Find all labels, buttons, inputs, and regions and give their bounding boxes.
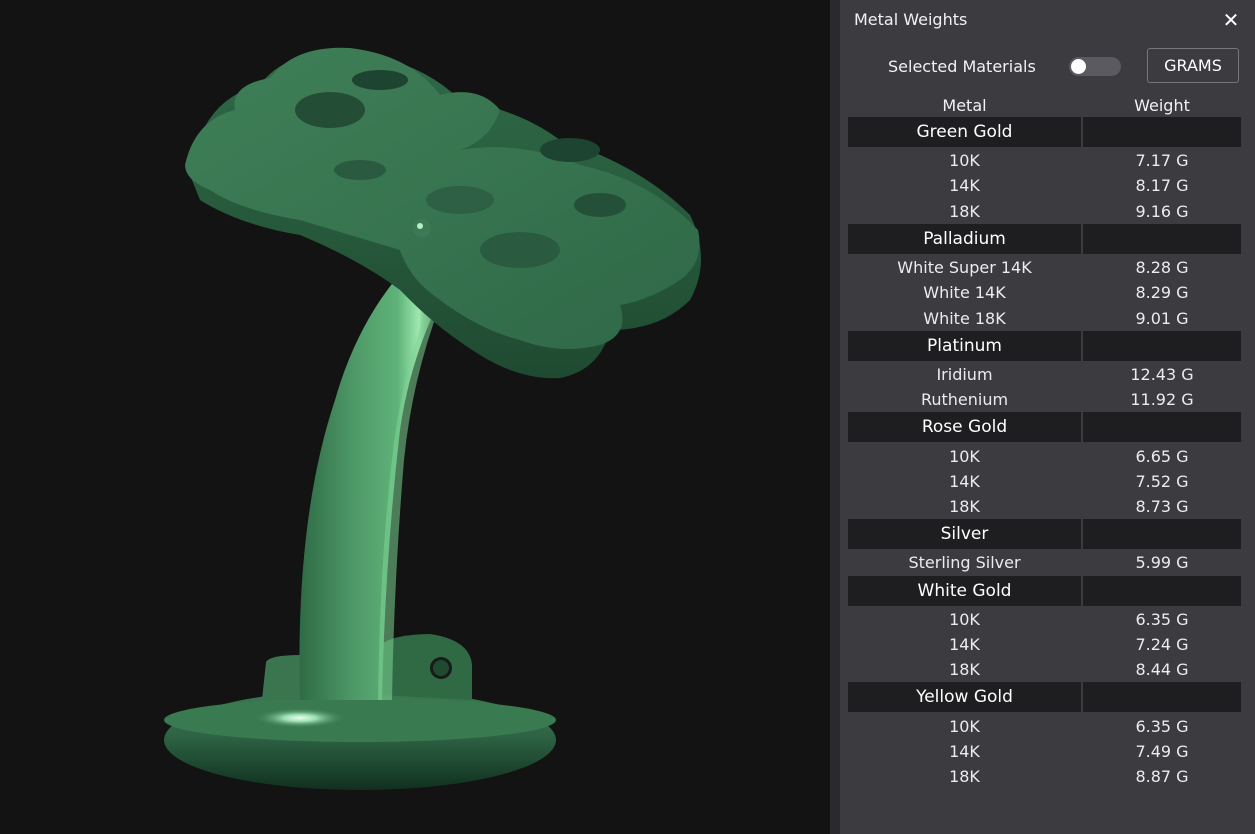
alloy-weight: 7.49 G [1135,741,1189,761]
alloy-row: 14K 8.17 G [848,173,1241,198]
column-header-weight: Weight [1134,96,1190,115]
toggle-knob [1071,59,1086,74]
alloy-name: 18K [949,767,980,787]
alloy-name: 18K [949,201,980,221]
metal-group-name: Silver [848,519,1081,550]
metal-group-row: White Gold [848,575,1241,606]
alloy-row: Iridium 12.43 G [848,362,1241,387]
alloy-row: 18K 8.87 G [848,764,1241,789]
alloy-row: 14K 7.52 G [848,469,1241,494]
alloy-name: Iridium [936,364,993,384]
panel-splitter[interactable] [830,0,840,834]
alloy-name: 14K [949,741,980,761]
alloy-row: 18K 9.16 G [848,199,1241,224]
alloy-name: 10K [949,609,980,629]
alloy-name: 14K [949,471,980,491]
alloy-row: 14K 7.49 G [848,739,1241,764]
alloy-weight: 6.35 G [1135,716,1189,736]
alloy-weight: 9.16 G [1135,201,1189,221]
metal-group-name: White Gold [848,575,1081,606]
alloy-name: 18K [949,660,980,680]
selected-materials-label: Selected Materials [888,57,1036,76]
metal-group-row: Silver [848,519,1241,550]
alloy-weight: 8.44 G [1135,660,1189,680]
alloy-row: 18K 8.73 G [848,494,1241,519]
clover-pendant-model [164,47,701,790]
alloy-weight: 6.35 G [1135,609,1189,629]
alloy-weight: 8.17 G [1135,176,1189,196]
metal-group-name: Green Gold [848,117,1081,147]
metal-group-name: Platinum [848,330,1081,361]
metal-group-weight-cell [1083,575,1241,606]
alloy-row: White Super 14K 8.28 G [848,255,1241,280]
metal-group-name: Palladium [848,223,1081,254]
alloy-weight: 11.92 G [1130,390,1194,410]
alloy-weight: 8.73 G [1135,497,1189,517]
metal-group-row: Palladium [848,223,1241,254]
3d-viewport[interactable] [0,0,830,834]
close-icon[interactable]: ✕ [1221,8,1241,32]
alloy-name: 14K [949,635,980,654]
metal-group-weight-cell [1083,117,1241,147]
metal-group-row: Platinum [848,330,1241,361]
metal-weights-panel: Metal Weights ✕ Selected Materials GRAMS… [840,0,1255,834]
alloy-row: 10K 6.35 G [848,607,1241,632]
alloy-weight: 7.24 G [1135,635,1189,654]
alloy-row: 10K 6.65 G [848,443,1241,468]
alloy-name: 14K [949,176,980,196]
alloy-name: 10K [949,151,980,171]
alloy-name: White 18K [923,308,1006,328]
metal-group-weight-cell [1083,223,1241,254]
alloy-weight: 9.01 G [1135,308,1189,328]
selected-materials-toggle[interactable] [1069,57,1121,76]
alloy-weight: 7.17 G [1135,151,1189,171]
metal-group-weight-cell [1083,519,1241,550]
alloy-name: 10K [949,716,980,736]
metal-group-name: Yellow Gold [848,682,1081,713]
metal-group-name: Rose Gold [848,412,1081,443]
weights-table: Green Gold 10K 7.17 G 14K 8.17 G 18K 9.16 G Pal… [848,117,1241,789]
panel-title: Metal Weights [854,10,968,29]
alloy-name: White 14K [923,283,1006,303]
metal-group-row: Green Gold [848,117,1241,147]
alloy-weight: 7.52 G [1135,471,1189,491]
metal-group-weight-cell [1083,330,1241,361]
alloy-row: 10K 7.17 G [848,148,1241,173]
alloy-name: Ruthenium [920,390,1009,410]
alloy-weight: 5.99 G [1135,553,1189,573]
metal-group-weight-cell [1083,682,1241,713]
alloy-row: 18K 8.44 G [848,657,1241,682]
alloy-weight: 6.65 G [1135,446,1189,466]
alloy-row: White 14K 8.29 G [848,280,1241,305]
metal-group-row: Yellow Gold [848,682,1241,713]
alloy-weight: 8.87 G [1135,767,1189,787]
alloy-row: 10K 6.35 G [848,713,1241,738]
units-button[interactable]: GRAMS [1147,48,1239,83]
alloy-row: 14K 7.24 G [848,632,1241,657]
metal-group-weight-cell [1083,412,1241,443]
alloy-name: 10K [949,446,980,466]
alloy-name: White Super 14K [897,258,1032,278]
metal-group-row: Rose Gold [848,412,1241,443]
column-header-metal: Metal [942,96,987,115]
alloy-row: Sterling Silver 5.99 G [848,550,1241,575]
alloy-weight: 12.43 G [1130,364,1194,384]
alloy-weight: 8.29 G [1135,283,1189,303]
alloy-row: Ruthenium 11.92 G [848,387,1241,412]
alloy-row: White 18K 9.01 G [848,305,1241,330]
alloy-weight: 8.28 G [1135,258,1189,278]
alloy-name: Sterling Silver [908,553,1021,573]
alloy-name: 18K [949,497,980,517]
